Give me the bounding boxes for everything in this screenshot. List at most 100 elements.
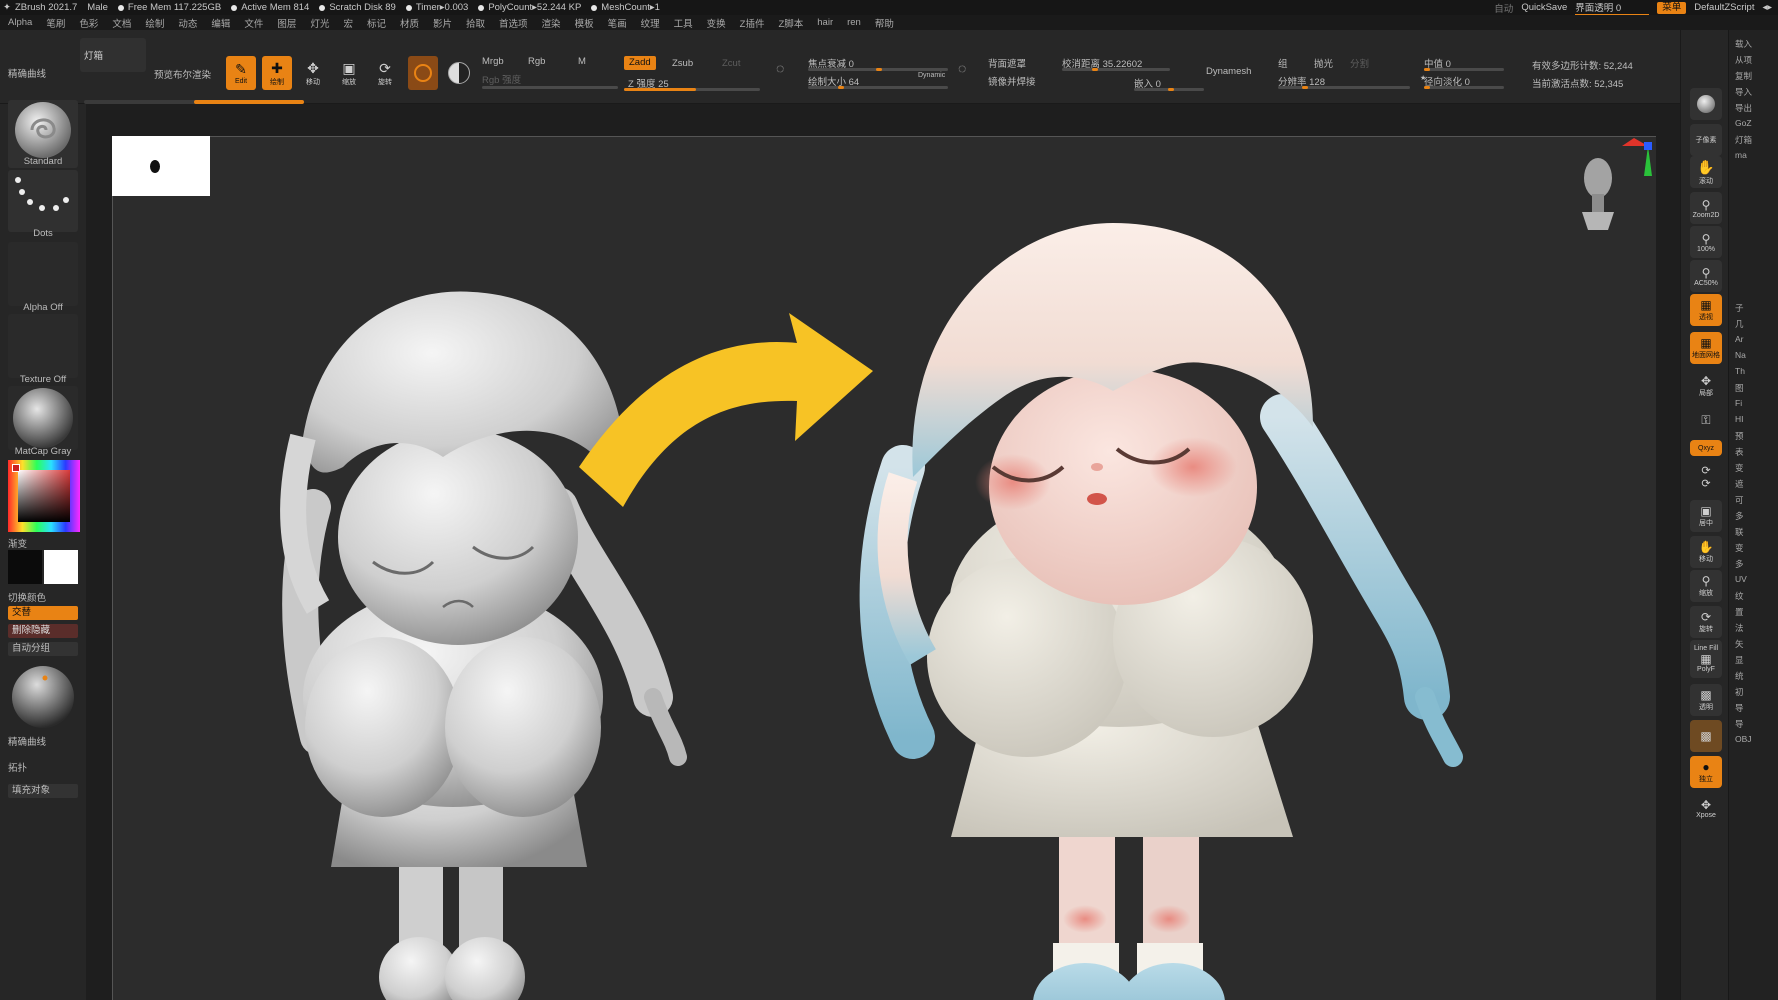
- curve-tool-label[interactable]: 精确曲线: [8, 734, 46, 748]
- tool-menu-item[interactable]: 导入: [1735, 86, 1752, 98]
- subtool-menu-item[interactable]: 预: [1735, 430, 1744, 442]
- menu-item[interactable]: 工具: [674, 16, 693, 30]
- subtool-menu-item[interactable]: 多: [1735, 510, 1744, 522]
- embed-slider[interactable]: [1134, 88, 1204, 91]
- viewport-canvas[interactable]: [112, 136, 1656, 1000]
- floor-grid-button[interactable]: ▦ 地面网格: [1690, 332, 1722, 364]
- subtool-menu-item[interactable]: 变: [1735, 462, 1744, 474]
- xyz-button[interactable]: Qxyz: [1690, 440, 1722, 456]
- subtool-menu-item[interactable]: 遮: [1735, 478, 1744, 490]
- menu-item[interactable]: 色彩: [79, 16, 98, 30]
- subtool-menu-item[interactable]: 导: [1735, 702, 1744, 714]
- tool-menu-item[interactable]: 从项: [1735, 54, 1752, 66]
- menu-item[interactable]: Z插件: [740, 16, 765, 30]
- menu-item[interactable]: 材质: [400, 16, 419, 30]
- subtool-menu-item[interactable]: 纹: [1735, 590, 1744, 602]
- window-arrows-icon[interactable]: ◂▸: [1762, 2, 1772, 13]
- backface-mask[interactable]: 背面遮罩: [988, 56, 1026, 70]
- menu-item[interactable]: 图层: [277, 16, 296, 30]
- menu-item[interactable]: Alpha: [8, 17, 32, 28]
- subtool-menu-item[interactable]: UV: [1735, 574, 1747, 584]
- menu-item[interactable]: 笔刷: [46, 16, 65, 30]
- scroll-button[interactable]: ✋ 滚动: [1690, 156, 1722, 188]
- scale-button[interactable]: ▣ 缩放: [334, 56, 364, 90]
- delete-hidden-button[interactable]: 删除隐藏: [8, 624, 78, 638]
- menu-item[interactable]: 影片: [433, 16, 452, 30]
- local-button[interactable]: ✥ 局部: [1690, 370, 1722, 402]
- subtool-menu-item[interactable]: Na: [1735, 350, 1746, 360]
- mirror-weld[interactable]: 镜像并焊接: [988, 74, 1036, 88]
- xpose-button[interactable]: ✥ Xpose: [1690, 792, 1722, 824]
- subtool-menu-item[interactable]: 置: [1735, 606, 1744, 618]
- axis-gizmo[interactable]: [1614, 136, 1654, 187]
- rgb-toggle[interactable]: Rgb: [528, 56, 545, 67]
- median-slider[interactable]: [1424, 68, 1504, 71]
- secondary-color-swatch[interactable]: [44, 550, 78, 584]
- menu-item[interactable]: 文件: [244, 16, 263, 30]
- dynamesh-button[interactable]: Dynamesh: [1206, 66, 1251, 77]
- radial-fade-slider[interactable]: [1424, 86, 1504, 89]
- polish-toggle[interactable]: 抛光: [1314, 56, 1333, 70]
- subpixel-button[interactable]: 子像素: [1690, 124, 1722, 156]
- menu-item[interactable]: ren: [847, 17, 861, 28]
- tool-menu-item[interactable]: 复制: [1735, 70, 1752, 82]
- zoom-view-button[interactable]: ⚲ 缩放: [1690, 570, 1722, 602]
- z-intensity-slider[interactable]: [624, 88, 760, 91]
- menu-item[interactable]: 纹理: [641, 16, 660, 30]
- fill-object-button[interactable]: 填充对象: [8, 784, 78, 798]
- tool-menu-item[interactable]: GoZ: [1735, 118, 1752, 128]
- backface-icon[interactable]: ◌: [958, 60, 966, 76]
- subtool-menu-item[interactable]: Ar: [1735, 334, 1744, 344]
- switch-color-button[interactable]: 切换颜色: [8, 590, 46, 604]
- rgb-intensity-slider[interactable]: [482, 86, 618, 89]
- main-color-swatch[interactable]: [8, 550, 42, 584]
- color-sphere-button[interactable]: [444, 56, 474, 90]
- subtool-menu-item[interactable]: 多: [1735, 558, 1744, 570]
- subtool-menu-item[interactable]: 法: [1735, 622, 1744, 634]
- draw-button[interactable]: ✚ 绘制: [262, 56, 292, 90]
- subtool-menu-item[interactable]: 统: [1735, 670, 1744, 682]
- zoom100-button[interactable]: ⚲ 100%: [1690, 226, 1722, 258]
- subtool-menu-item[interactable]: OBJ: [1735, 734, 1752, 744]
- menu-item[interactable]: Z脚本: [778, 16, 803, 30]
- rotate-axis-button[interactable]: ⟳ ⟳: [1690, 460, 1722, 494]
- ac50-button[interactable]: ⚲ AC50%: [1690, 260, 1722, 292]
- menu-item[interactable]: 拾取: [466, 16, 485, 30]
- subtool-menu-item[interactable]: 可: [1735, 494, 1744, 506]
- zsub-toggle[interactable]: Zsub: [672, 58, 693, 69]
- subtool-menu-item[interactable]: 显: [1735, 654, 1744, 666]
- stroke-thumbnail[interactable]: [8, 170, 78, 232]
- move-button[interactable]: ✥ 移动: [298, 56, 328, 90]
- gradient-label[interactable]: 渐变: [8, 536, 27, 550]
- material-thumbnail[interactable]: [8, 386, 78, 450]
- tool-menu-item[interactable]: 灯箱: [1735, 134, 1752, 146]
- lock-button[interactable]: ⚿: [1690, 404, 1722, 436]
- subtool-menu-item[interactable]: 图: [1735, 382, 1744, 394]
- focal-shift-slider[interactable]: [808, 68, 948, 71]
- subtool-menu-item[interactable]: 变: [1735, 542, 1744, 554]
- menu-item[interactable]: 首选项: [499, 16, 528, 30]
- mrgb-toggle[interactable]: Mrgb: [482, 56, 504, 67]
- zadd-toggle[interactable]: Zadd: [624, 56, 656, 70]
- zoom2d-button[interactable]: ⚲ Zoom2D: [1690, 192, 1722, 224]
- blur-slider[interactable]: [1062, 68, 1170, 71]
- menu-item[interactable]: 标记: [367, 16, 386, 30]
- menu-item[interactable]: 渲染: [542, 16, 561, 30]
- tool-menu-item[interactable]: ma: [1735, 150, 1747, 160]
- menu-item[interactable]: 宏: [343, 16, 353, 30]
- bpr-sphere-button[interactable]: [1690, 88, 1722, 120]
- ghost-button[interactable]: ▩: [1690, 720, 1722, 752]
- menu-item[interactable]: 绘制: [145, 16, 164, 30]
- color-picker[interactable]: [8, 460, 80, 532]
- menu-item[interactable]: 动态: [178, 16, 197, 30]
- bpr-button[interactable]: 预览布尔渲染: [154, 67, 211, 81]
- draw-size-slider[interactable]: [808, 86, 948, 89]
- tool-menu-item[interactable]: 导出: [1735, 102, 1752, 114]
- menu-item[interactable]: 文档: [112, 16, 131, 30]
- subtool-menu-item[interactable]: 矢: [1735, 638, 1744, 650]
- menu-item[interactable]: hair: [817, 17, 833, 28]
- subtool-menu-item[interactable]: 子: [1735, 302, 1744, 314]
- menu-item[interactable]: 变换: [707, 16, 726, 30]
- move-view-button[interactable]: ✋ 移动: [1690, 536, 1722, 568]
- alternate-button[interactable]: 交替: [8, 606, 78, 620]
